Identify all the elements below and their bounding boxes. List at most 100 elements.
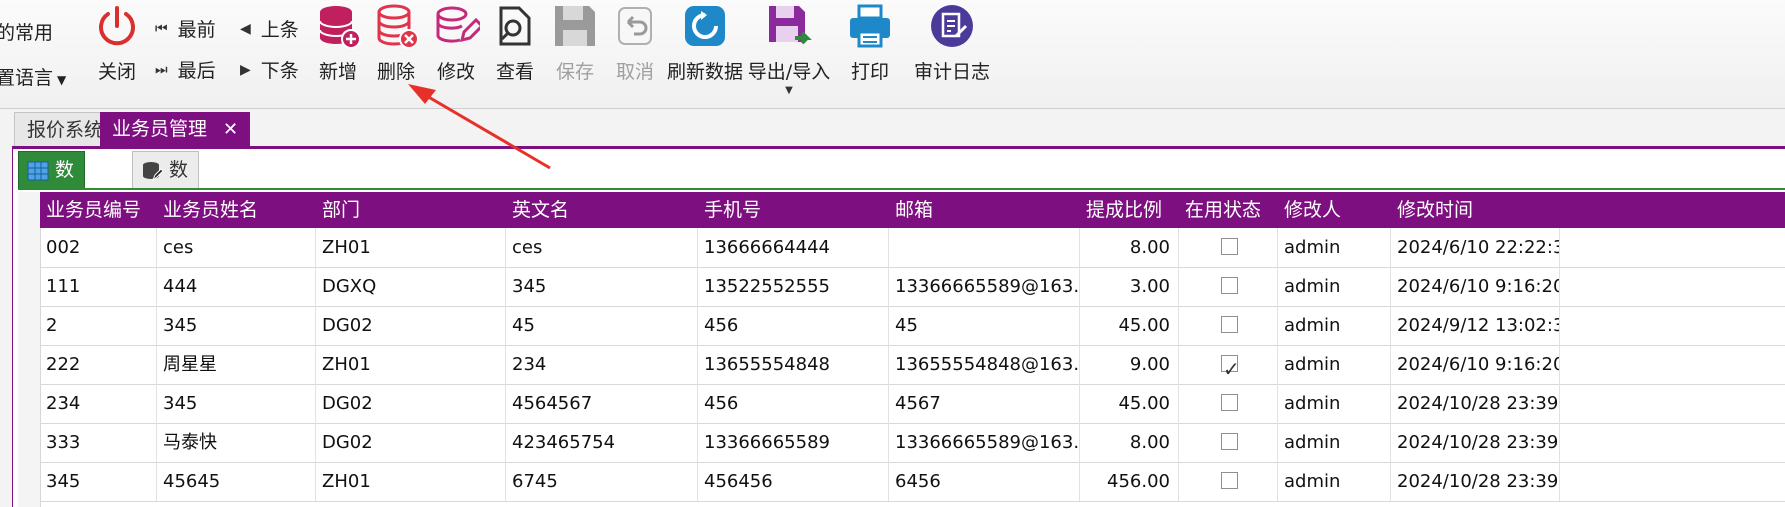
status-checkbox[interactable] <box>1221 433 1238 450</box>
cell-dept[interactable]: DGXQ <box>316 267 506 306</box>
header-status[interactable]: 在用状态 <box>1179 192 1278 228</box>
cell-modifier[interactable]: admin <box>1278 267 1391 306</box>
language-menu[interactable]: 置语言 ▼ <box>0 63 66 90</box>
header-email[interactable]: 邮箱 <box>889 192 1080 228</box>
export-import-button[interactable]: 导出/导入 ▼ <box>748 0 830 100</box>
close-icon[interactable]: ✕ <box>223 119 238 140</box>
cell-dept[interactable]: ZH01 <box>316 228 506 267</box>
cell-name[interactable]: 周星星 <box>157 345 316 384</box>
cell-phone[interactable]: 13655554848 <box>698 345 889 384</box>
status-checkbox[interactable] <box>1221 316 1238 333</box>
cell-phone[interactable]: 13366665589 <box>698 423 889 462</box>
close-button[interactable]: 关闭 <box>80 0 154 100</box>
status-checkbox[interactable] <box>1221 472 1238 489</box>
cell-modified-time[interactable]: 2024/6/10 9:16:20 <box>1391 345 1560 384</box>
cell-modified-time[interactable]: 2024/10/28 23:39:09 <box>1391 462 1560 501</box>
cell-modified-time[interactable]: 2024/9/12 13:02:35 <box>1391 306 1560 345</box>
cell-modifier[interactable]: admin <box>1278 423 1391 462</box>
cell-status[interactable] <box>1179 384 1278 423</box>
cell-name[interactable]: 马泰快 <box>157 423 316 462</box>
header-english-name[interactable]: 英文名 <box>506 192 698 228</box>
cell-code[interactable]: 111 <box>40 267 157 306</box>
header-name[interactable]: 业务员姓名 <box>157 192 316 228</box>
cell-email[interactable]: 13655554848@163.com <box>889 345 1080 384</box>
cell-modifier[interactable]: admin <box>1278 228 1391 267</box>
table-row[interactable]: 234 345 DG02 4564567 456 4567 45.00 admi… <box>40 384 1785 424</box>
cell-ratio[interactable]: 9.00 <box>1080 345 1179 384</box>
cell-english-name[interactable]: 423465754 <box>506 423 698 462</box>
prev-record-button[interactable]: ◀ 上条 <box>240 15 299 42</box>
table-row[interactable]: 333 马泰快 DG02 423465754 13366665589 13366… <box>40 423 1785 463</box>
status-checkbox[interactable] <box>1221 238 1238 255</box>
cell-modifier[interactable]: admin <box>1278 306 1391 345</box>
header-code[interactable]: 业务员编号 <box>40 192 157 228</box>
cell-name[interactable]: ces <box>157 228 316 267</box>
cell-english-name[interactable]: 4564567 <box>506 384 698 423</box>
cell-name[interactable]: 444 <box>157 267 316 306</box>
cell-ratio[interactable]: 45.00 <box>1080 384 1179 423</box>
refresh-button[interactable]: 刷新数据 <box>667 0 743 100</box>
cancel-button[interactable]: 取消 <box>598 0 672 100</box>
header-dept[interactable]: 部门 <box>316 192 506 228</box>
cell-name[interactable]: 345 <box>157 384 316 423</box>
tab-data-query[interactable]: 数据查询 <box>18 151 86 292</box>
cell-ratio[interactable]: 45.00 <box>1080 306 1179 345</box>
cell-ratio[interactable]: 8.00 <box>1080 228 1179 267</box>
cell-name[interactable]: 45645 <box>157 462 316 501</box>
cell-phone[interactable]: 456 <box>698 384 889 423</box>
cell-modified-time[interactable]: 2024/6/10 22:22:35 <box>1391 228 1560 267</box>
tab-salesman-management[interactable]: 业务员管理 ✕ <box>100 112 251 146</box>
table-row[interactable]: 345 45645 ZH01 6745 456456 6456 456.00 a… <box>40 462 1785 502</box>
cell-dept[interactable]: DG02 <box>316 306 506 345</box>
audit-log-button[interactable]: 审计日志 <box>914 0 990 100</box>
cell-email[interactable] <box>889 228 1080 267</box>
header-modifier[interactable]: 修改人 <box>1278 192 1391 228</box>
cell-english-name[interactable]: 345 <box>506 267 698 306</box>
cell-status[interactable] <box>1179 462 1278 501</box>
cell-status[interactable]: ✓ <box>1179 345 1278 384</box>
table-row[interactable]: 2 345 DG02 45 456 45 45.00 admin 2024/9/… <box>40 306 1785 346</box>
next-record-button[interactable]: ▶ 下条 <box>240 56 299 83</box>
common-label[interactable]: 的常用 <box>0 18 53 45</box>
status-checkbox[interactable] <box>1221 394 1238 411</box>
cell-status[interactable] <box>1179 228 1278 267</box>
last-record-button[interactable]: ⏭ 最后 <box>155 56 216 83</box>
cell-english-name[interactable]: 234 <box>506 345 698 384</box>
cell-email[interactable]: 4567 <box>889 384 1080 423</box>
first-record-button[interactable]: ⏮ 最前 <box>155 15 216 42</box>
cell-ratio[interactable]: 8.00 <box>1080 423 1179 462</box>
cell-code[interactable]: 345 <box>40 462 157 501</box>
cell-email[interactable]: 13366665589@163.com <box>889 267 1080 306</box>
cell-phone[interactable]: 13522552555 <box>698 267 889 306</box>
cell-modifier[interactable]: admin <box>1278 345 1391 384</box>
cell-modifier[interactable]: admin <box>1278 462 1391 501</box>
cell-modified-time[interactable]: 2024/10/28 23:39:09 <box>1391 384 1560 423</box>
cell-email[interactable]: 45 <box>889 306 1080 345</box>
cell-dept[interactable]: DG02 <box>316 423 506 462</box>
cell-english-name[interactable]: 45 <box>506 306 698 345</box>
cell-ratio[interactable]: 3.00 <box>1080 267 1179 306</box>
cell-modified-time[interactable]: 2024/10/28 23:39:09 <box>1391 423 1560 462</box>
table-row[interactable]: 222 周星星 ZH01 234 13655554848 13655554848… <box>40 345 1785 385</box>
tab-data-edit[interactable]: 数据编辑 <box>132 151 200 292</box>
cell-phone[interactable]: 456 <box>698 306 889 345</box>
cell-email[interactable]: 6456 <box>889 462 1080 501</box>
print-button[interactable]: 打印 <box>833 0 907 100</box>
cell-dept[interactable]: ZH01 <box>316 345 506 384</box>
cell-code[interactable]: 333 <box>40 423 157 462</box>
table-row[interactable]: 002 ces ZH01 ces 13666664444 8.00 admin … <box>40 228 1785 268</box>
cell-dept[interactable]: DG02 <box>316 384 506 423</box>
cell-modifier[interactable]: admin <box>1278 384 1391 423</box>
cell-status[interactable] <box>1179 423 1278 462</box>
cell-code[interactable]: 234 <box>40 384 157 423</box>
cell-ratio[interactable]: 456.00 <box>1080 462 1179 501</box>
cell-code[interactable]: 2 <box>40 306 157 345</box>
cell-english-name[interactable]: 6745 <box>506 462 698 501</box>
status-checkbox-checked[interactable]: ✓ <box>1221 355 1240 381</box>
cell-dept[interactable]: ZH01 <box>316 462 506 501</box>
cell-status[interactable] <box>1179 267 1278 306</box>
table-row[interactable]: 111 444 DGXQ 345 13522552555 13366665589… <box>40 267 1785 307</box>
cell-name[interactable]: 345 <box>157 306 316 345</box>
cell-code[interactable]: 222 <box>40 345 157 384</box>
status-checkbox[interactable] <box>1221 277 1238 294</box>
